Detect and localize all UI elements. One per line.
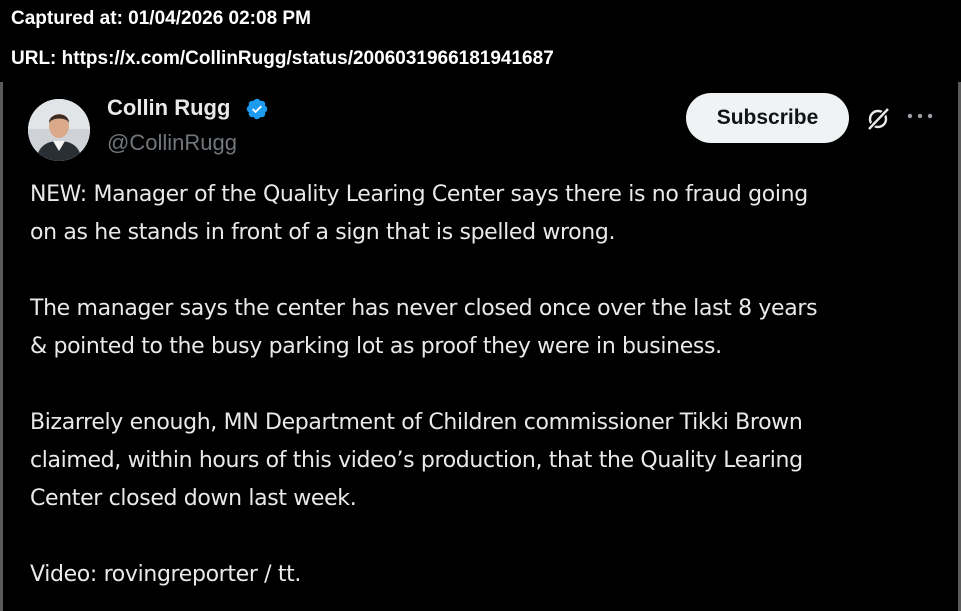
author-handle[interactable]: @CollinRugg xyxy=(107,130,237,156)
tweet-paragraph: NEW: Manager of the Quality Learing Cent… xyxy=(30,182,808,245)
author-name[interactable]: Collin Rugg xyxy=(107,95,230,121)
avatar-image xyxy=(28,99,90,161)
tweet-card: Collin Rugg @CollinRugg Subscribe NEW: M… xyxy=(0,82,961,611)
tweet-paragraph: The manager says the center has never cl… xyxy=(30,296,818,359)
verified-badge-icon xyxy=(246,98,268,120)
more-options-icon[interactable] xyxy=(906,110,934,122)
tweet-text: NEW: Manager of the Quality Learing Cent… xyxy=(30,176,945,594)
tweet-paragraph: Video: rovingreporter / tt. xyxy=(30,562,302,587)
capture-header: Captured at: 01/04/2026 02:08 PM URL: ht… xyxy=(0,0,961,82)
avatar[interactable] xyxy=(28,99,90,161)
capture-timestamp: Captured at: 01/04/2026 02:08 PM xyxy=(11,8,311,29)
tweet-paragraph: Bizarrely enough, MN Department of Child… xyxy=(30,410,803,511)
grok-icon[interactable] xyxy=(865,106,891,132)
capture-url: URL: https://x.com/CollinRugg/status/200… xyxy=(11,48,554,69)
subscribe-button[interactable]: Subscribe xyxy=(686,93,849,143)
